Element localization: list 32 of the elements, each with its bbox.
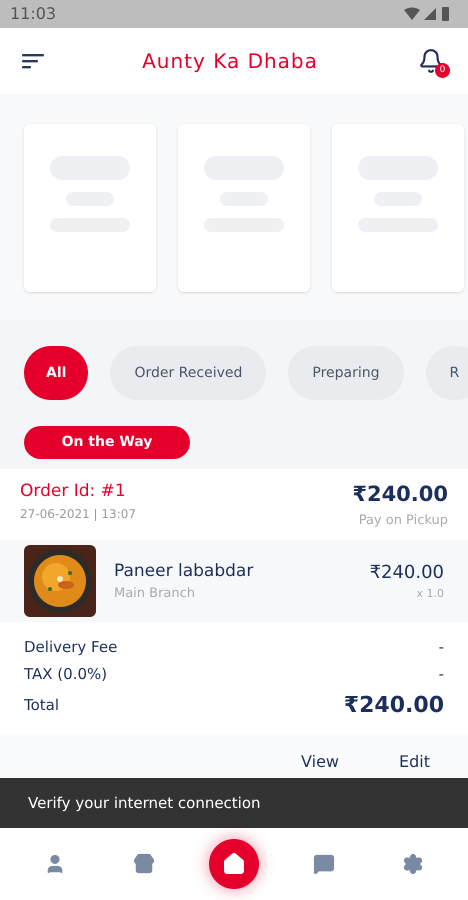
action-link[interactable]: Edit [399, 750, 430, 774]
status-badge: On the Way [24, 426, 190, 459]
snackbar-message: Verify your internet connection [28, 792, 261, 814]
store-icon [133, 853, 156, 875]
nav-tab[interactable] [208, 839, 259, 889]
item-branch: Main Branch [114, 585, 196, 603]
order-datetime: 27-06-2021 | 13:07 [20, 506, 136, 522]
summary-label: TAX (0.0%) [24, 664, 108, 684]
summary-value: ₹240.00 [344, 692, 444, 720]
filter-chip[interactable]: Order Received [110, 346, 266, 400]
status-time: 11:03 [10, 3, 56, 25]
action-link[interactable]: View [301, 750, 340, 774]
filter-chip[interactable]: R [426, 346, 468, 400]
item-quantity: x 1.0 [416, 586, 444, 602]
summary-label: Delivery Fee [24, 637, 118, 658]
summary-value: - [438, 637, 444, 658]
item-price: ₹240.00 [370, 561, 444, 586]
status-icons [404, 6, 452, 22]
home-icon [222, 852, 246, 876]
item-name: Paneer lababdar [114, 560, 254, 582]
summary-label: Total [24, 695, 60, 716]
menu-icon[interactable] [22, 53, 44, 69]
chat-icon [312, 853, 335, 875]
settings-icon [402, 853, 424, 875]
filter-chip[interactable]: All [24, 346, 88, 400]
payment-method: Pay on Pickup [358, 512, 448, 530]
summary-value: - [438, 664, 444, 684]
notification-badge: 0 [434, 63, 450, 78]
app-title: Aunty Ka Dhaba [142, 48, 318, 75]
order-total: ₹240.00 [352, 481, 448, 508]
filter-chip[interactable]: Preparing [288, 346, 404, 400]
order-id: Order Id: #1 [20, 480, 127, 503]
